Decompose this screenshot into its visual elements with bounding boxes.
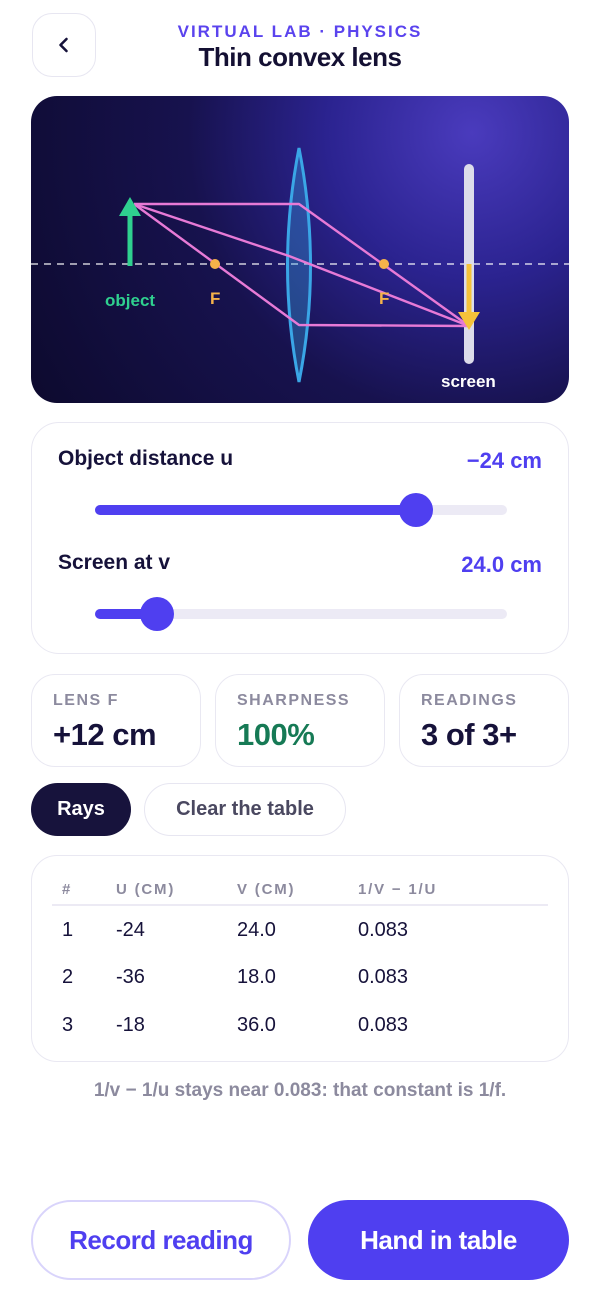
section-kicker: VIRTUAL LAB · PHYSICS <box>177 22 423 41</box>
stat-value: +12 cm <box>53 717 157 752</box>
stat-label: SHARPNESS <box>237 692 351 709</box>
convex-lens <box>286 147 312 383</box>
table-divider <box>52 904 548 906</box>
hand-in-table-button[interactable]: Hand in table <box>308 1200 569 1280</box>
table-header-index: # <box>62 881 73 898</box>
object-distance-thumb[interactable] <box>399 493 434 527</box>
stat-readings: READINGS 3 of 3+ <box>399 674 569 767</box>
screen-position-label: Screen at v <box>58 551 171 574</box>
cell-index: 1 <box>62 919 74 941</box>
stat-label: LENS F <box>53 692 119 709</box>
stat-label: READINGS <box>421 692 518 709</box>
focal-point-left <box>210 259 220 269</box>
stat-lens-focal: LENS F +12 cm <box>31 674 201 767</box>
object-distance-slider[interactable] <box>95 493 507 527</box>
cell-index: 2 <box>62 966 74 988</box>
page-title: Thin convex lens <box>198 42 402 72</box>
cell-v: 36.0 <box>237 1014 276 1036</box>
screen-position-value: 24.0 cm <box>461 552 542 577</box>
stat-value: 3 of 3+ <box>421 717 517 752</box>
cell-inverse: 0.083 <box>358 919 409 941</box>
clear-table-button[interactable]: Clear the table <box>144 783 346 836</box>
cell-v: 24.0 <box>237 919 276 941</box>
table-header-u: U (CM) <box>116 881 176 898</box>
object-distance-fill <box>95 505 417 515</box>
object-label: object <box>105 291 155 310</box>
table-header-v: V (CM) <box>237 881 296 898</box>
screen-position-slider[interactable] <box>95 597 507 631</box>
cell-v: 18.0 <box>237 966 276 988</box>
record-reading-button[interactable]: Record reading <box>31 1200 291 1280</box>
focus-label-left: F <box>210 289 220 308</box>
screen-position-thumb[interactable] <box>139 597 174 631</box>
cell-inverse: 0.083 <box>358 1014 409 1036</box>
object-distance-label: Object distance u <box>58 447 234 470</box>
ray-diagram: object F F screen <box>31 96 569 403</box>
object-distance-value: −24 cm <box>466 448 542 473</box>
stat-sharpness: SHARPNESS 100% <box>215 674 385 767</box>
cell-u: -36 <box>116 966 145 988</box>
cell-u: -18 <box>116 1014 145 1036</box>
readings-table: # U (CM) V (CM) 1/V − 1/U 1 -24 24.0 0.0… <box>31 855 569 1062</box>
cell-index: 3 <box>62 1014 74 1036</box>
conclusion-note: 1/v − 1/u stays near 0.083: that constan… <box>93 1080 507 1101</box>
controls-card: Object distance u −24 cm Screen at v 24.… <box>31 422 569 654</box>
cell-inverse: 0.083 <box>358 966 409 988</box>
rays-toggle[interactable]: Rays <box>31 783 131 836</box>
focus-label-right: F <box>379 289 389 308</box>
cell-u: -24 <box>116 919 145 941</box>
stat-value: 100% <box>237 717 315 752</box>
table-header-inverse: 1/V − 1/U <box>358 881 438 898</box>
focal-point-right <box>379 259 389 269</box>
screen-label: screen <box>441 372 496 391</box>
